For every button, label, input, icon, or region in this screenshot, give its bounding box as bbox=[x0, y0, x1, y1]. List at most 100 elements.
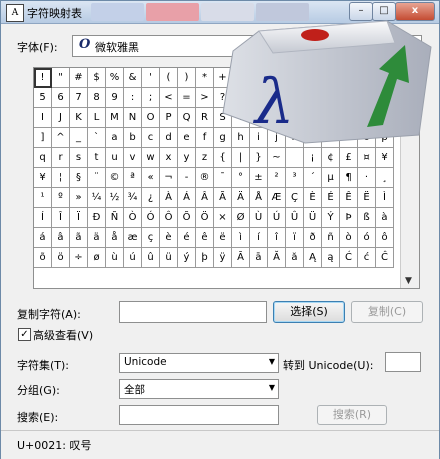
character-cell[interactable]: " bbox=[52, 68, 70, 88]
select-button[interactable]: 选择(S) bbox=[273, 301, 345, 323]
copy-chars-input[interactable] bbox=[119, 301, 267, 323]
character-cell[interactable]: ö bbox=[52, 248, 70, 268]
scroll-down-icon[interactable]: ▼ bbox=[405, 276, 412, 286]
character-cell[interactable]: ¦ bbox=[52, 168, 70, 188]
character-cell[interactable]: | bbox=[232, 148, 250, 168]
character-cell[interactable]: ( bbox=[160, 68, 178, 88]
character-cell[interactable]: ° bbox=[232, 168, 250, 188]
character-cell[interactable]: ć bbox=[358, 248, 376, 268]
character-cell[interactable]: Ó bbox=[142, 208, 160, 228]
character-cell[interactable]: ] bbox=[34, 128, 52, 148]
character-cell[interactable]: ª bbox=[124, 168, 142, 188]
character-cell[interactable]: Ć bbox=[340, 248, 358, 268]
character-cell[interactable]: ø bbox=[88, 248, 106, 268]
character-cell[interactable]: z bbox=[196, 148, 214, 168]
character-cell[interactable]: ¥ bbox=[34, 168, 52, 188]
character-cell[interactable]: $ bbox=[88, 68, 106, 88]
character-cell[interactable]: è bbox=[160, 228, 178, 248]
character-cell[interactable]: P bbox=[160, 108, 178, 128]
character-cell[interactable]: a bbox=[106, 128, 124, 148]
character-cell[interactable]: K bbox=[70, 108, 88, 128]
character-cell[interactable]: J bbox=[52, 108, 70, 128]
character-cell[interactable]: ã bbox=[70, 228, 88, 248]
character-cell[interactable]: & bbox=[124, 68, 142, 88]
character-cell[interactable]: ò bbox=[340, 228, 358, 248]
character-cell[interactable]: Ü bbox=[304, 208, 322, 228]
character-cell[interactable]: ¢ bbox=[322, 148, 340, 168]
character-cell[interactable]: e bbox=[178, 128, 196, 148]
character-cell[interactable]: © bbox=[106, 168, 124, 188]
character-cell[interactable]: ê bbox=[196, 228, 214, 248]
character-cell[interactable]: 6 bbox=[52, 88, 70, 108]
character-cell[interactable]: Õ bbox=[178, 208, 196, 228]
character-cell[interactable]: Î bbox=[52, 208, 70, 228]
character-cell[interactable]: Ñ bbox=[106, 208, 124, 228]
copy-button[interactable]: 复制(C) bbox=[351, 301, 423, 323]
character-cell[interactable]: ! bbox=[34, 68, 52, 88]
character-cell[interactable]: } bbox=[250, 148, 268, 168]
character-cell[interactable]: d bbox=[160, 128, 178, 148]
character-cell[interactable]: ¨ bbox=[88, 168, 106, 188]
character-cell[interactable]: Ì bbox=[376, 188, 394, 208]
character-cell[interactable]: û bbox=[142, 248, 160, 268]
character-cell[interactable]: u bbox=[106, 148, 124, 168]
goto-unicode-input[interactable] bbox=[385, 352, 421, 372]
character-cell[interactable]: µ bbox=[322, 168, 340, 188]
character-cell[interactable]: Æ bbox=[268, 188, 286, 208]
character-cell[interactable]: * bbox=[196, 68, 214, 88]
character-cell[interactable]: Þ bbox=[340, 208, 358, 228]
charset-dropdown[interactable]: Unicode ▼ bbox=[119, 353, 279, 373]
character-cell[interactable]: ô bbox=[376, 228, 394, 248]
character-cell[interactable]: ÿ bbox=[214, 248, 232, 268]
character-cell[interactable]: ¸ bbox=[376, 168, 394, 188]
character-cell[interactable]: Í bbox=[34, 208, 52, 228]
character-cell[interactable]: à bbox=[376, 208, 394, 228]
character-cell[interactable]: c bbox=[142, 128, 160, 148]
character-cell[interactable]: ¹ bbox=[34, 188, 52, 208]
character-cell[interactable]: Ç bbox=[286, 188, 304, 208]
character-cell[interactable]: # bbox=[70, 68, 88, 88]
character-cell[interactable]: Ý bbox=[322, 208, 340, 228]
character-cell[interactable]: ` bbox=[88, 128, 106, 148]
character-cell[interactable]: § bbox=[70, 168, 88, 188]
character-cell[interactable]: I bbox=[34, 108, 52, 128]
character-cell[interactable]: ä bbox=[88, 228, 106, 248]
character-cell[interactable]: Ĉ bbox=[376, 248, 394, 268]
character-cell[interactable]: 8 bbox=[88, 88, 106, 108]
character-cell[interactable]: ¡ bbox=[304, 148, 322, 168]
character-cell[interactable]: R bbox=[196, 108, 214, 128]
character-cell[interactable]: ë bbox=[214, 228, 232, 248]
character-cell[interactable]: ß bbox=[358, 208, 376, 228]
character-cell[interactable]: · bbox=[358, 168, 376, 188]
character-cell[interactable]: ù bbox=[106, 248, 124, 268]
character-cell[interactable]: ă bbox=[286, 248, 304, 268]
advanced-view-checkbox[interactable]: ✓ bbox=[18, 328, 31, 341]
character-cell[interactable]: Å bbox=[250, 188, 268, 208]
character-cell[interactable]: % bbox=[106, 68, 124, 88]
character-cell[interactable]: ® bbox=[196, 168, 214, 188]
character-cell[interactable]: À bbox=[160, 188, 178, 208]
character-cell[interactable]: s bbox=[70, 148, 88, 168]
character-cell[interactable]: N bbox=[124, 108, 142, 128]
character-cell[interactable]: w bbox=[142, 148, 160, 168]
character-cell[interactable]: ; bbox=[142, 88, 160, 108]
character-cell[interactable]: v bbox=[124, 148, 142, 168]
character-cell[interactable]: Ê bbox=[340, 188, 358, 208]
character-cell[interactable]: ' bbox=[142, 68, 160, 88]
character-cell[interactable]: é bbox=[178, 228, 196, 248]
character-cell[interactable]: Ã bbox=[214, 188, 232, 208]
character-cell[interactable]: Ú bbox=[268, 208, 286, 228]
character-cell[interactable]: þ bbox=[196, 248, 214, 268]
search-input[interactable] bbox=[119, 405, 279, 425]
character-cell[interactable]: Ă bbox=[268, 248, 286, 268]
character-cell[interactable]: Ù bbox=[250, 208, 268, 228]
character-cell[interactable]: ~ bbox=[268, 148, 286, 168]
character-cell[interactable]: î bbox=[268, 228, 286, 248]
character-cell[interactable]: ì bbox=[232, 228, 250, 248]
character-cell[interactable]: õ bbox=[34, 248, 52, 268]
character-cell[interactable]: { bbox=[214, 148, 232, 168]
character-cell[interactable]: ¥ bbox=[376, 148, 394, 168]
character-cell[interactable]: Û bbox=[286, 208, 304, 228]
character-cell[interactable]: » bbox=[70, 188, 88, 208]
character-cell[interactable]: Ð bbox=[88, 208, 106, 228]
